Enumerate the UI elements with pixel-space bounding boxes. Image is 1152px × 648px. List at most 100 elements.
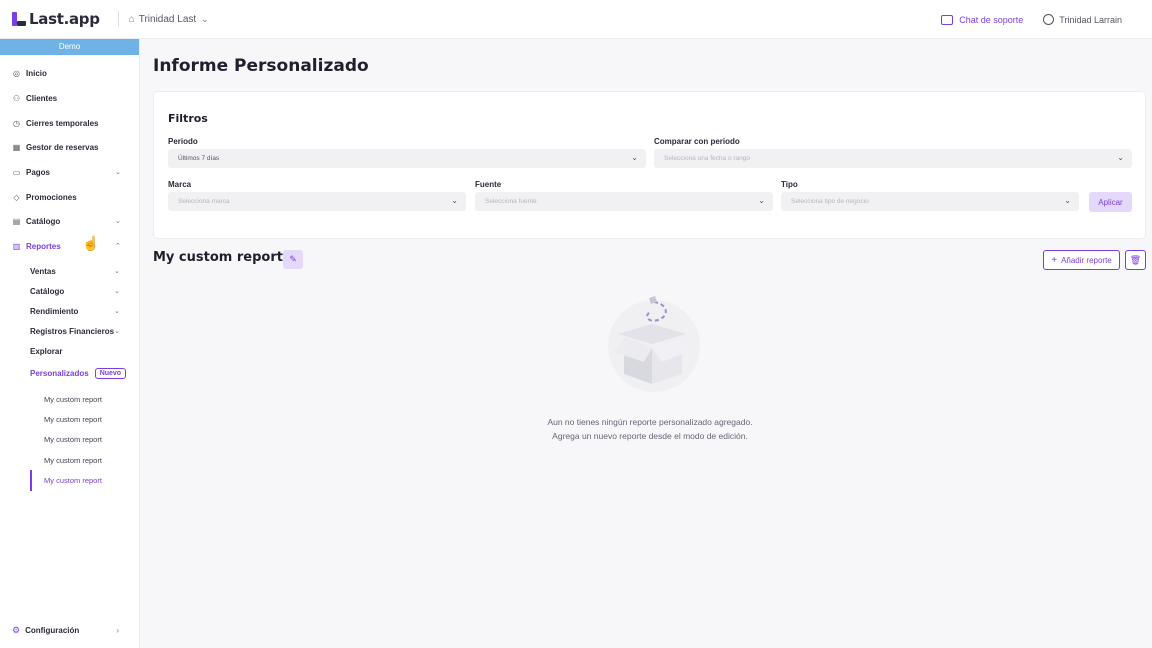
filters-card: Filtros Periodo Últimos 7 días ⌄ Compara… — [153, 91, 1146, 239]
custom-report-link[interactable]: My custom report — [44, 391, 102, 407]
sidebar-subitem-label: Explorar — [30, 346, 63, 356]
chevron-down-icon: ⌄ — [114, 288, 120, 295]
card-icon: ▭ — [12, 167, 21, 177]
report-title: My custom report — [153, 250, 283, 265]
empty-state-message: Aun no tienes ningún reporte personaliza… — [450, 415, 850, 443]
compare-label: Comparar con periodo — [654, 137, 740, 146]
sidebar-item-configuracion[interactable]: ⚙ Configuración › — [0, 621, 139, 639]
chevron-down-icon: ⌄ — [114, 328, 120, 335]
sidebar-item-label: Clientes — [26, 93, 58, 103]
edit-report-button[interactable]: ✎ — [283, 250, 303, 269]
custom-report-link[interactable]: My custom report — [44, 431, 102, 447]
hand-cursor-icon: ☝ — [82, 235, 100, 251]
demo-banner: Demo — [0, 39, 139, 55]
type-placeholder: Selecciona tipo de negocio — [791, 198, 869, 205]
sidebar-item-label: Inicio — [26, 68, 47, 78]
type-select[interactable]: Selecciona tipo de negocio ⌄ — [781, 192, 1079, 211]
tag-icon: ◇ — [13, 192, 20, 202]
page-title: Informe Personalizado — [153, 56, 369, 76]
header-divider — [117, 11, 119, 27]
user-icon — [1043, 14, 1055, 25]
top-bar: Last.app ⌂ Trinidad Last ⌄ Chat de sopor… — [0, 0, 1152, 39]
chevron-down-icon: ⌄ — [114, 268, 120, 275]
filters-title: Filtros — [168, 112, 208, 125]
sidebar-item-pagos[interactable]: ▭ Pagos ⌄ — [0, 163, 139, 181]
support-label: Chat de soporte — [959, 14, 1024, 25]
users-icon: ⚇ — [12, 93, 21, 103]
location-pin-icon: ◎ — [13, 68, 20, 78]
source-label: Fuente — [475, 180, 502, 189]
sidebar-subitem-label: Ventas — [30, 266, 56, 276]
sidebar-item-reportes[interactable]: ▥ Reportes ⌃ — [0, 237, 139, 255]
add-report-button[interactable]: + Añadir reporte — [1043, 250, 1120, 270]
sidebar-subitem-label: Registros Financieros — [30, 326, 115, 336]
chevron-down-icon: ⌄ — [1117, 153, 1124, 162]
sidebar-item-label: Gestor de reservas — [26, 142, 99, 152]
chevron-down-icon: ⌄ — [1064, 196, 1071, 205]
sidebar-item-clientes[interactable]: ⚇ Clientes — [0, 89, 139, 107]
period-value: Últimos 7 días — [178, 155, 220, 162]
plus-icon: + — [1051, 254, 1058, 266]
chevron-down-icon: ⌄ — [201, 13, 209, 24]
sidebar-subitem-personalizados[interactable]: Personalizados Nuevo — [30, 365, 130, 381]
chat-icon — [941, 14, 954, 25]
delete-report-button[interactable]: 🗑 — [1125, 250, 1146, 270]
trash-icon: 🗑 — [1129, 254, 1142, 265]
sidebar-subitem-label: Rendimiento — [30, 306, 79, 316]
chevron-down-icon: ⌄ — [631, 153, 638, 162]
empty-state-line1: Aun no tienes ningún reporte personaliza… — [547, 417, 753, 427]
brand-select[interactable]: Selecciona marca ⌄ — [168, 192, 466, 211]
logo-mark-icon — [12, 12, 26, 26]
user-menu[interactable]: Trinidad Larrain — [1043, 14, 1122, 25]
logo-text: Last.app — [29, 10, 100, 28]
store-icon: ⌂ — [128, 13, 135, 25]
sidebar-subitem-explorar[interactable]: Explorar — [30, 343, 130, 359]
sidebar-item-label: Configuración — [25, 625, 80, 635]
brand-label: Marca — [168, 180, 192, 189]
period-select[interactable]: Últimos 7 días ⌄ — [168, 149, 646, 168]
custom-report-link[interactable]: My custom report — [44, 452, 102, 468]
empty-box-icon — [608, 296, 700, 392]
book-icon: ▤ — [12, 216, 21, 226]
chevron-down-icon: ⌄ — [115, 218, 121, 225]
sidebar-item-inicio[interactable]: ◎ Inicio — [0, 64, 139, 82]
sidebar-subitem-catalogo[interactable]: Catálogo ⌄ — [30, 283, 130, 299]
sidebar-item-cierres-temporales[interactable]: ◷ Cierres temporales — [0, 114, 139, 132]
calendar-icon: ▦ — [12, 142, 21, 152]
sidebar-subitem-registros-financieros[interactable]: Registros Financieros ⌄ — [30, 323, 130, 339]
new-badge: Nuevo — [94, 367, 127, 379]
pencil-icon: ✎ — [289, 254, 297, 264]
sidebar-item-label: Pagos — [26, 167, 51, 177]
type-label: Tipo — [781, 180, 798, 189]
period-label: Periodo — [168, 137, 198, 146]
source-placeholder: Selecciona fuente — [485, 198, 537, 205]
sidebar-item-promociones[interactable]: ◇ Promociones — [0, 188, 139, 206]
sidebar-item-catalogo[interactable]: ▤ Catálogo ⌄ — [0, 212, 139, 230]
sidebar-subitem-rendimiento[interactable]: Rendimiento ⌄ — [30, 303, 130, 319]
header-actions: Chat de soporte Trinidad Larrain — [941, 0, 1122, 39]
custom-report-link-active[interactable]: My custom report — [44, 472, 102, 488]
sidebar-item-label: Promociones — [26, 192, 77, 202]
sidebar: Demo ◎ Inicio ⚇ Clientes ◷ Cierres tempo… — [0, 39, 140, 648]
custom-report-link[interactable]: My custom report — [44, 411, 102, 427]
user-name: Trinidad Larrain — [1059, 14, 1122, 25]
gear-icon: ⚙ — [12, 624, 21, 635]
logo[interactable]: Last.app — [12, 10, 100, 28]
sidebar-item-gestor-reservas[interactable]: ▦ Gestor de reservas — [0, 138, 139, 156]
source-select[interactable]: Selecciona fuente ⌄ — [475, 192, 773, 211]
brand-placeholder: Selecciona marca — [178, 198, 230, 205]
chevron-down-icon: ⌄ — [114, 308, 120, 315]
sidebar-item-label: Cierres temporales — [26, 118, 99, 128]
store-selector[interactable]: ⌂ Trinidad Last ⌄ — [129, 14, 209, 25]
sidebar-subitem-label: Personalizados — [30, 368, 89, 378]
active-report-indicator — [30, 470, 32, 491]
compare-placeholder: Selecciona una fecha o rango — [664, 155, 751, 162]
sidebar-subitem-ventas[interactable]: Ventas ⌄ — [30, 263, 130, 279]
clock-icon: ◷ — [13, 118, 20, 128]
sidebar-item-label: Reportes — [26, 241, 61, 251]
support-chat-button[interactable]: Chat de soporte — [941, 14, 1024, 25]
chevron-down-icon: ⌄ — [758, 196, 765, 205]
compare-select[interactable]: Selecciona una fecha o rango ⌄ — [654, 149, 1132, 168]
chevron-down-icon: ⌄ — [451, 196, 458, 205]
apply-button[interactable]: Aplicar — [1089, 192, 1132, 212]
